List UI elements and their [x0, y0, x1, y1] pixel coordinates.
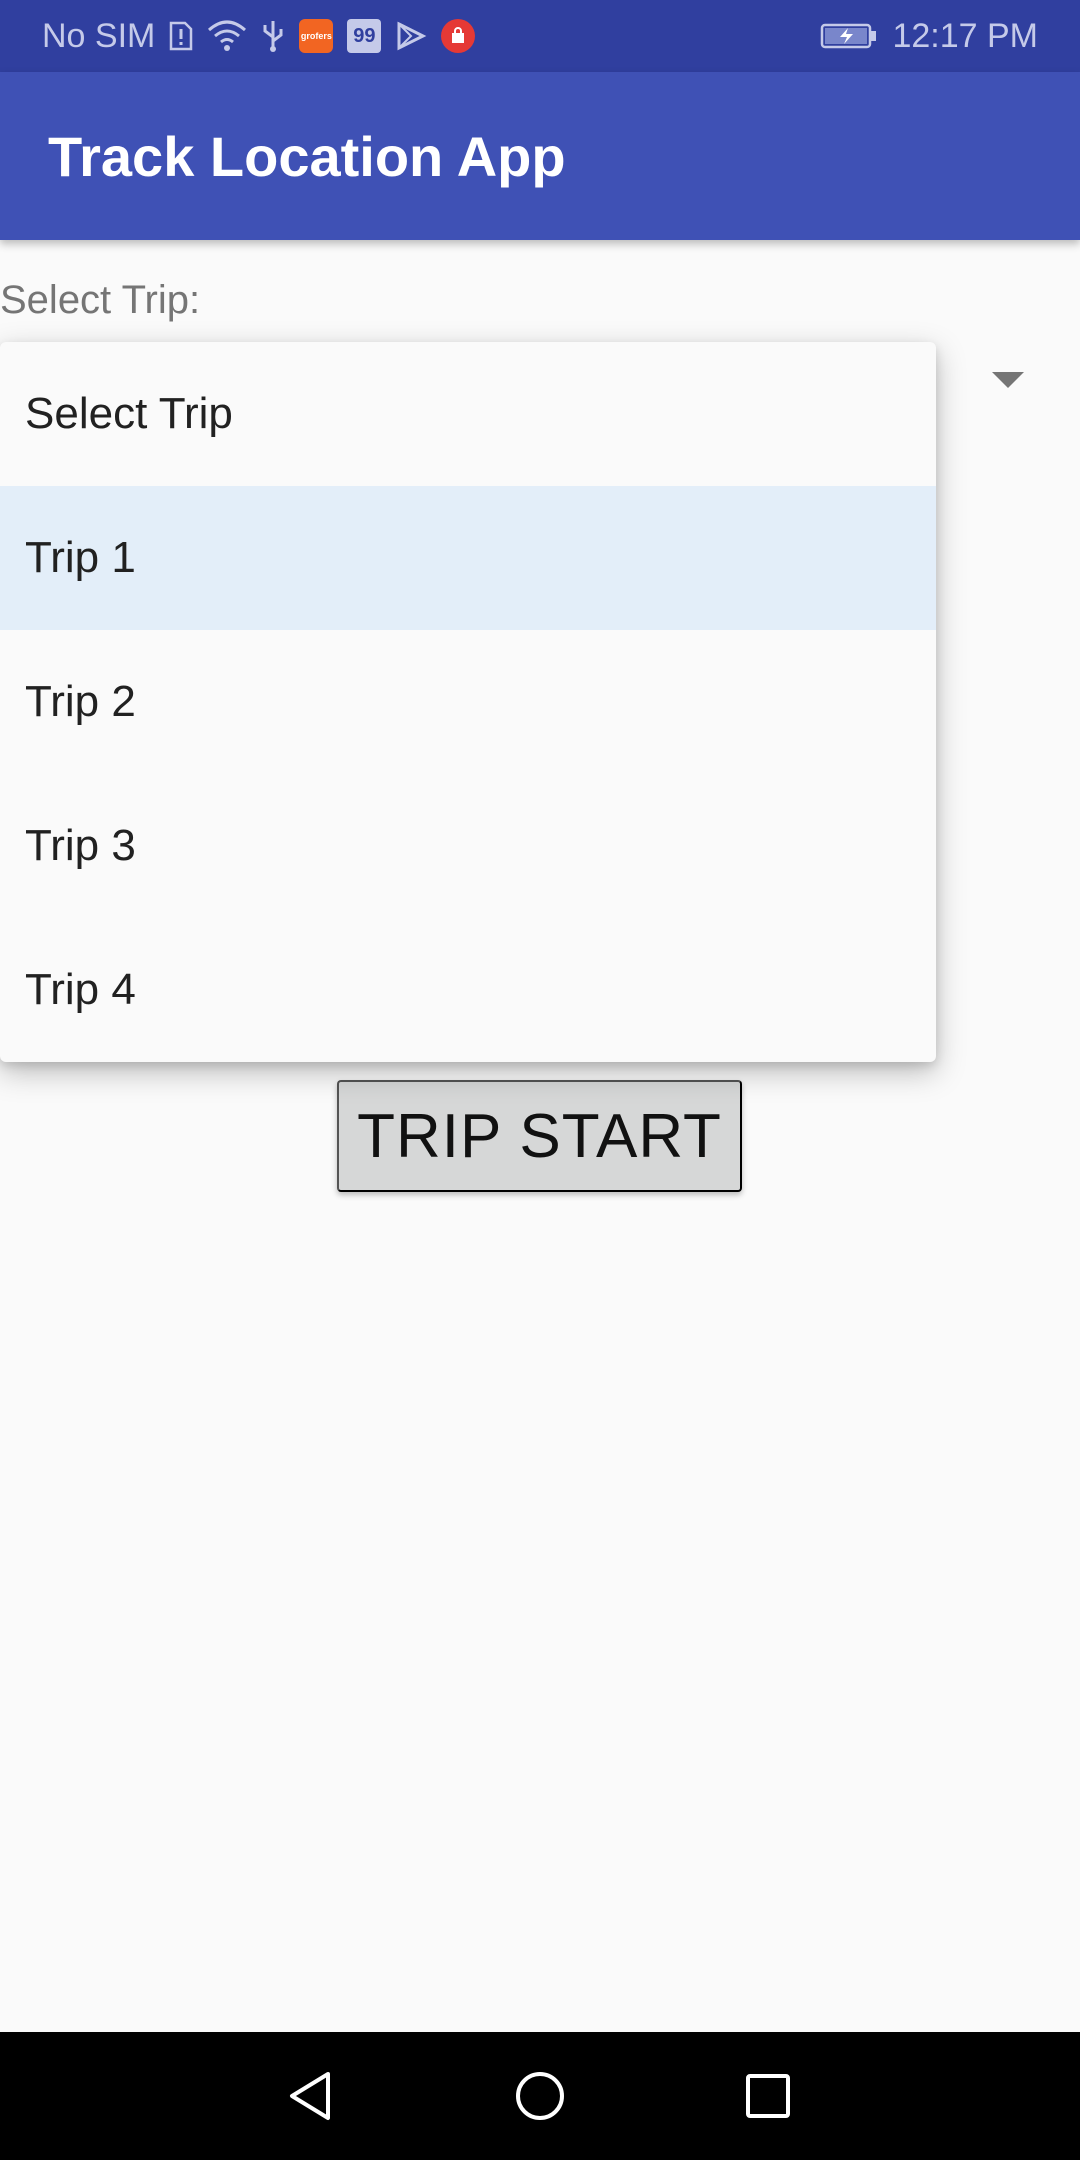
trip-dropdown-menu: Select Trip Trip 1 Trip 2 Trip 3 Trip 4: [0, 342, 936, 1062]
app-title: Track Location App: [48, 124, 566, 188]
navigation-bar: [0, 2032, 1080, 2160]
dropdown-option-trip-1[interactable]: Trip 1: [0, 486, 936, 630]
screen: No SIM grofers 99 12:17 PM Track Locatio…: [0, 0, 1080, 2160]
dropdown-option-select-trip[interactable]: Select Trip: [0, 342, 936, 486]
trip-start-button[interactable]: TRIP START: [337, 1080, 742, 1192]
status-bar: No SIM grofers 99 12:17 PM: [0, 0, 1080, 72]
grofers-app-icon: grofers: [299, 19, 334, 53]
99-app-icon: 99: [347, 19, 382, 53]
status-right: 12:17 PM: [820, 17, 1038, 56]
play-icon: [395, 20, 427, 52]
red-bag-app-icon: [441, 19, 476, 53]
recents-icon[interactable]: [736, 2064, 800, 2128]
back-icon[interactable]: [278, 2064, 342, 2128]
dropdown-option-trip-2[interactable]: Trip 2: [0, 630, 936, 774]
carrier-text: No SIM: [42, 16, 156, 55]
usb-icon: [261, 19, 285, 53]
app-bar: Track Location App: [0, 72, 1080, 240]
time-text: 12:17 PM: [892, 16, 1038, 55]
select-trip-label: Select Trip:: [0, 278, 201, 322]
sim-alert-icon: [169, 21, 193, 51]
status-left: No SIM grofers 99: [42, 16, 476, 56]
home-icon[interactable]: [508, 2064, 572, 2128]
battery-charging-icon: [820, 22, 878, 50]
wifi-icon: [207, 20, 247, 52]
dropdown-option-trip-4[interactable]: Trip 4: [0, 918, 936, 1062]
dropdown-option-trip-3[interactable]: Trip 3: [0, 774, 936, 918]
dropdown-arrow-icon[interactable]: [992, 372, 1024, 388]
